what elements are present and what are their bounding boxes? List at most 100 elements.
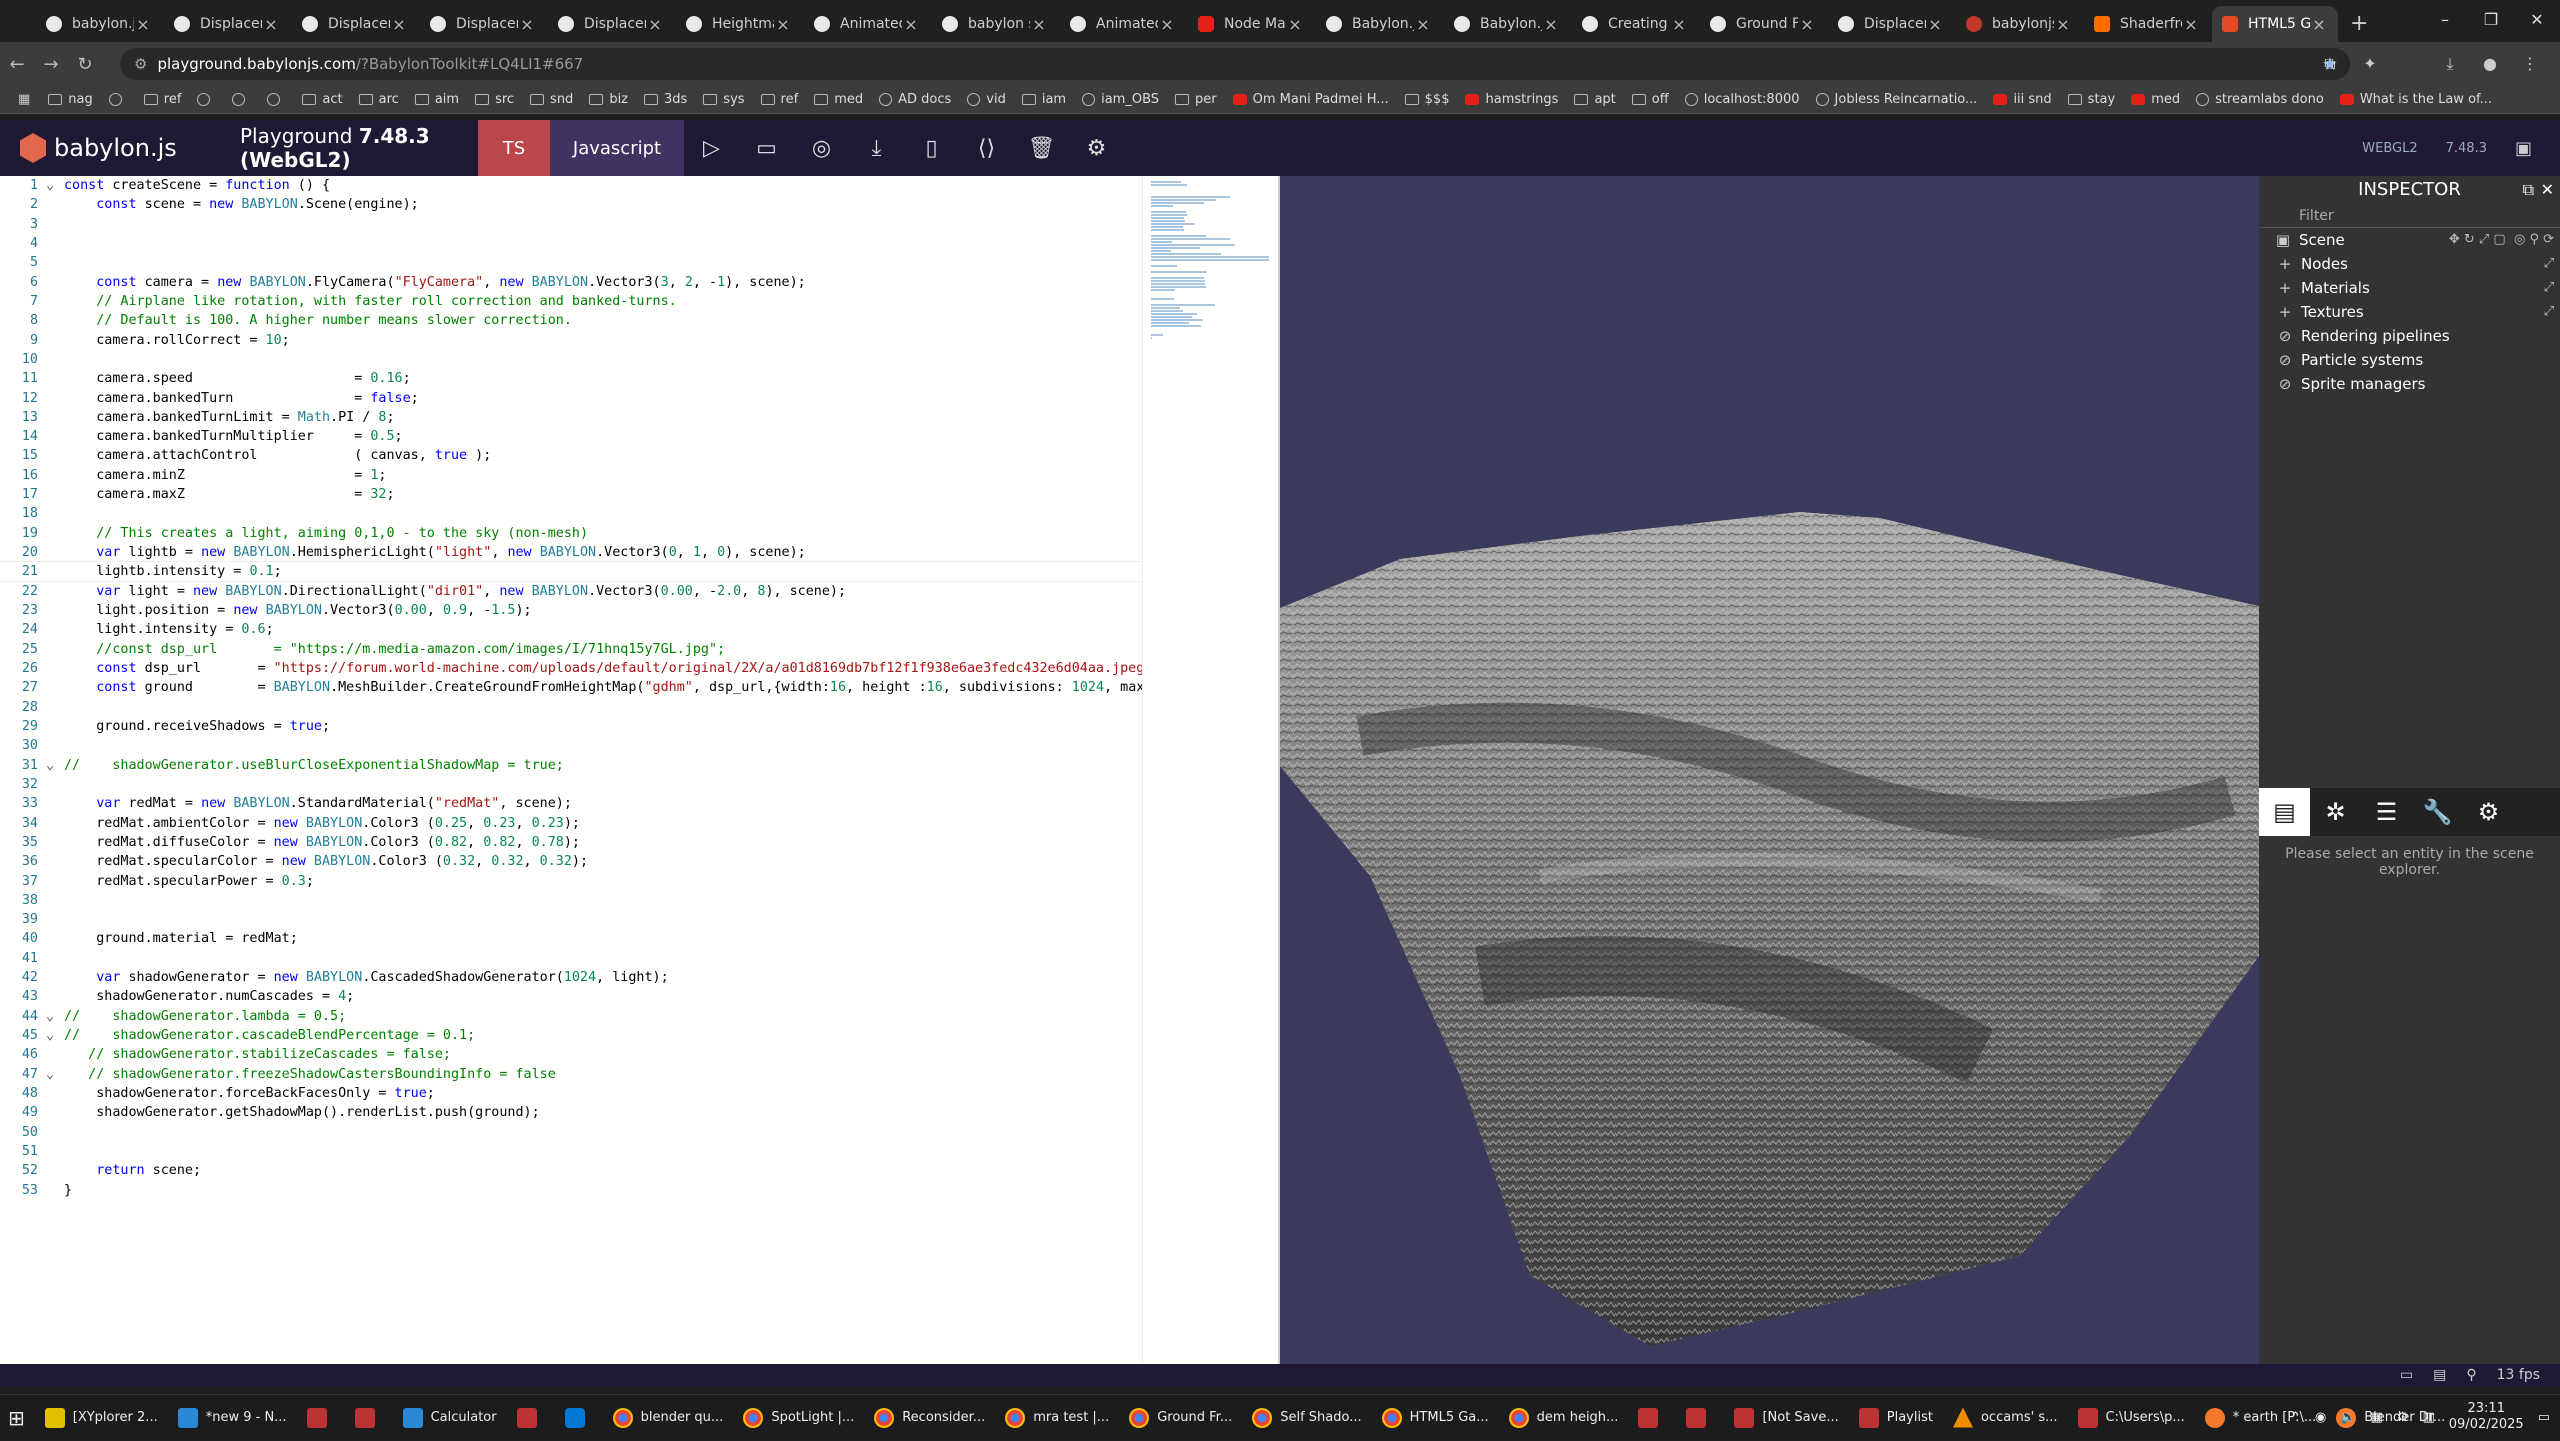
scene-tree-item[interactable]: + Nodes ⤢ [2259,252,2560,276]
browser-tab[interactable]: Displacem× [548,6,674,42]
code-line[interactable]: 25 //const dsp_url = "https://m.media-am… [0,640,1142,659]
taskbar-item[interactable]: Playlist [1851,1395,1941,1441]
tab-close-icon[interactable]: × [1414,15,1432,34]
scene-tree-item[interactable]: + Materials ⤢ [2259,276,2560,300]
tab-close-icon[interactable]: × [1798,15,1816,34]
avatar[interactable]: ● [2470,48,2510,80]
bookmark-item[interactable]: AD docs [879,92,951,107]
fold-icon[interactable]: ⌄ [46,756,54,775]
bookmark-item[interactable]: iii snd [1993,92,2052,107]
new-tab-icon[interactable]: + [2350,6,2368,42]
taskbar-item[interactable] [509,1395,553,1441]
code-line[interactable]: 5 [0,253,1142,272]
browser-tab[interactable]: babylonjs × [1956,6,2082,42]
bookmark-item[interactable] [267,93,286,106]
tray-app-icon[interactable]: ▦ [2371,1410,2383,1425]
tray-app2-icon[interactable]: ⚙ [2397,1410,2409,1425]
code-line[interactable]: 33 var redMat = new BABYLON.StandardMate… [0,794,1142,813]
tab-close-icon[interactable]: × [774,15,792,34]
back-icon[interactable]: ← [0,54,34,75]
code-line[interactable]: 30 [0,736,1142,755]
settings-tab-icon[interactable]: ⚙ [2463,788,2514,836]
download-code-icon[interactable]: ⤓ [849,136,904,161]
code-line[interactable]: 24 light.intensity = 0.6; [0,620,1142,639]
code-line[interactable]: 4 [0,234,1142,253]
code-line[interactable]: 46 // shadowGenerator.stabilizeCascades … [0,1045,1142,1064]
bookmark-item[interactable]: streamlabs dono [2196,92,2324,107]
bookmark-item[interactable]: Om Mani Padmei H... [1232,92,1389,107]
bookmark-item[interactable]: iam [1021,92,1066,107]
code-line[interactable]: 13 camera.bankedTurnLimit = Math.PI / 8; [0,408,1142,427]
scene-tools-icons[interactable]: ✥ ↻ ⤢ ▢ ◎ ⚲ ⟳ [2449,228,2554,252]
browser-tab[interactable]: Displacem× [1828,6,1954,42]
render-canvas[interactable] [1280,176,2259,1364]
expand-icon[interactable]: ⤢ [2544,300,2554,324]
scene-node[interactable]: ▣ Scene ✥ ↻ ⤢ ▢ ◎ ⚲ ⟳ [2259,228,2560,252]
taskbar-item[interactable]: Ground Fr... [1121,1395,1240,1441]
code-line[interactable]: 7 // Airplane like rotation, with faster… [0,292,1142,311]
url-bar[interactable]: ⚙ playground.babylonjs.com/?BabylonToolk… [120,48,2350,80]
bookmark-item[interactable]: ref [143,92,181,107]
taskbar-item[interactable]: Self Shado... [1244,1395,1369,1441]
fold-icon[interactable]: ⌄ [46,1007,54,1026]
code-line[interactable]: 26 const dsp_url = "https://forum.world-… [0,659,1153,678]
search-icon[interactable]: ⚲ [2466,1367,2476,1383]
code-line[interactable]: 2 const scene = new BABYLON.Scene(engine… [0,195,1142,214]
taskbar-item[interactable] [1678,1395,1722,1441]
minimize-icon[interactable]: – [2422,4,2468,36]
code-line[interactable]: 9 camera.rollCorrect = 10; [0,331,1142,350]
code-line[interactable]: 17 camera.maxZ = 32; [0,485,1142,504]
run-icon[interactable]: ▷ [684,136,739,161]
statistics-tab-icon[interactable]: ☰ [2361,788,2412,836]
code-line[interactable]: 19 // This creates a light, aiming 0,1,0… [0,524,1142,543]
tab-close-icon[interactable]: × [262,15,280,34]
code-line[interactable]: 11 camera.speed = 0.16; [0,369,1142,388]
expand-icon[interactable]: ⤢ [2544,276,2554,300]
code-line[interactable]: 31 ⌄ // shadowGenerator.useBlurCloseExpone… [0,756,1142,775]
bookmark-item[interactable]: med [2131,92,2180,107]
tab-close-icon[interactable]: × [2182,15,2200,34]
code-line[interactable]: 1 ⌄ const createScene = function () { [0,176,1142,195]
code-line[interactable]: 52 return scene; [0,1161,1142,1180]
code-line[interactable]: 36 redMat.specularColor = new BABYLON.Co… [0,852,1142,871]
bookmark-item[interactable]: act [302,92,343,107]
fold-icon[interactable]: ⌄ [46,176,54,195]
scene-tree-item[interactable]: + Textures ⤢ [2259,300,2560,324]
code-line[interactable]: 28 [0,698,1142,717]
bookmark-item[interactable]: snd [530,92,573,107]
download-icon[interactable]: ⤓ [2430,48,2470,80]
tools-tab-icon[interactable]: 🔧 [2412,788,2463,836]
bookmark-item[interactable]: src [475,92,514,107]
code-line[interactable]: 51 [0,1142,1142,1161]
bookmark-item[interactable]: stay [2067,92,2115,107]
bookmark-item[interactable]: aim [414,92,459,107]
close-window-icon[interactable]: ✕ [2514,4,2560,36]
code-line[interactable]: 34 redMat.ambientColor = new BABYLON.Col… [0,814,1142,833]
code-line[interactable]: 42 var shadowGenerator = new BABYLON.Cas… [0,968,1142,987]
code-line[interactable]: 29 ground.receiveShadows = true; [0,717,1142,736]
filter-input[interactable]: Filter [2259,204,2560,228]
taskbar-item[interactable]: Calculator [395,1395,505,1441]
notification-icon[interactable]: ▭ [2538,1410,2550,1425]
new-file-icon[interactable]: ▯ [904,136,959,161]
settings-icon[interactable]: ⚙ [1069,136,1124,161]
code-line[interactable]: 20 var lightb = new BABYLON.HemisphericL… [0,543,1142,562]
save-icon[interactable]: ▭ [739,136,794,161]
tab-close-icon[interactable]: × [1670,15,1688,34]
cast-icon[interactable]: ⧉ [2310,48,2350,80]
scene-tree-item[interactable]: ⊘ Particle systems [2259,348,2560,372]
taskbar-item[interactable]: mra test |... [997,1395,1117,1441]
code-line[interactable]: 10 [0,350,1142,369]
taskbar-item[interactable]: HTML5 Ga... [1374,1395,1497,1441]
bookmark-item[interactable] [108,93,128,106]
code-editor[interactable]: 1 ⌄ const createScene = function () {2 con… [0,176,1280,1364]
extensions-icon[interactable]: ✦ [2350,48,2390,80]
code-line[interactable]: 39 [0,910,1142,929]
taskbar-item[interactable] [347,1395,391,1441]
site-info-icon[interactable]: ⚙ [134,55,147,73]
start-button[interactable]: ⊞ [0,1395,33,1441]
code-line[interactable]: 40 ground.material = redMat; [0,929,1142,948]
browser-tab[interactable]: Displacem× [420,6,546,42]
code-line[interactable]: 23 light.position = new BABYLON.Vector3(… [0,601,1142,620]
taskbar-item[interactable]: blender qu... [605,1395,732,1441]
